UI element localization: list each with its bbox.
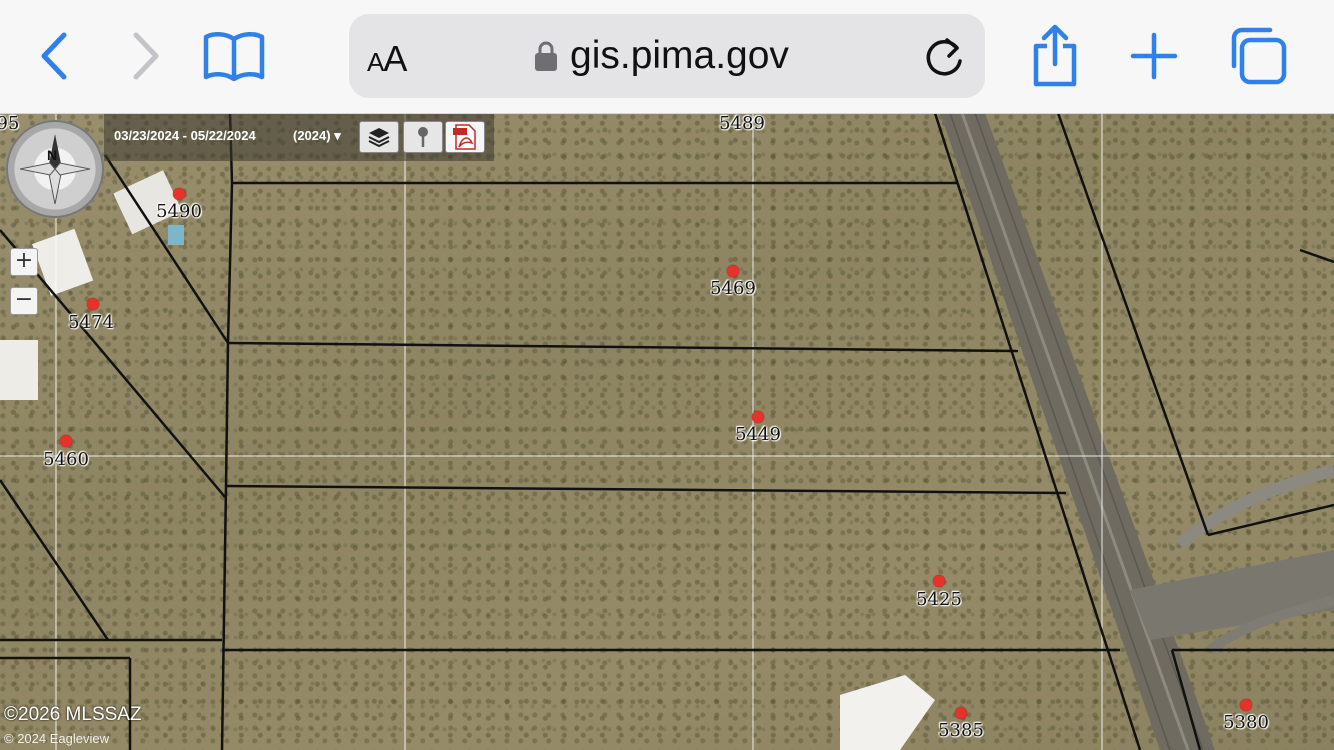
zoom-in-button[interactable]: + (10, 248, 38, 276)
pin-tool-button[interactable] (403, 121, 443, 153)
parcel-pin[interactable] (1240, 699, 1252, 711)
parcel-label[interactable]: 5385 (938, 720, 984, 741)
parcel-pin[interactable] (727, 265, 739, 277)
tabs-icon (1231, 27, 1287, 85)
parcel-pin[interactable] (173, 188, 185, 200)
pdf-export-button[interactable] (445, 121, 485, 153)
back-icon (41, 32, 67, 80)
pdf-icon (453, 124, 476, 150)
browser-toolbar: AA gis.pima.gov (0, 0, 1334, 114)
new-tab-button[interactable] (1122, 24, 1186, 88)
parcel-pin[interactable] (60, 435, 72, 447)
side-road (1130, 550, 1334, 640)
parcel-label[interactable]: 5449 (735, 424, 781, 445)
bookmarks-icon (203, 32, 265, 81)
parcel-label[interactable]: 5425 (916, 589, 962, 610)
lock-icon (535, 41, 557, 71)
parcel-label[interactable]: 5490 (156, 201, 202, 222)
parcel-pin[interactable] (955, 707, 967, 719)
imagery-year-select[interactable]: (2024) ▾ (293, 128, 341, 144)
mls-copyright: ©2026 MLSSAZ (4, 704, 142, 725)
share-button[interactable] (1023, 24, 1087, 88)
compass-control[interactable]: N (6, 120, 104, 218)
parcel-label[interactable]: 5474 (68, 312, 114, 333)
forward-icon (133, 32, 159, 80)
bookmarks-button[interactable] (202, 24, 266, 88)
tabs-button[interactable] (1226, 24, 1290, 88)
parcel-pin[interactable] (752, 411, 764, 423)
map-canvas[interactable]: 5489 5490 5469 5474 5449 5460 5425 5385 … (0, 113, 1334, 750)
imagery-year-label: (2024) (293, 128, 331, 143)
chevron-down-icon: ▾ (334, 128, 341, 143)
forward-button[interactable] (112, 24, 176, 88)
back-button[interactable] (24, 24, 88, 88)
address-bar[interactable]: AA gis.pima.gov (349, 14, 985, 98)
share-icon (1033, 24, 1077, 87)
parcel-label[interactable]: 5460 (43, 449, 89, 470)
text-size-button[interactable]: AA (367, 38, 407, 80)
map-toolbar: 03/23/2024 - 05/22/2024 (2024) ▾ (104, 113, 494, 161)
parcel-label[interactable]: 5489 (719, 113, 765, 134)
layers-icon (368, 128, 390, 148)
imagery-copyright: © 2024 Eagleview (4, 731, 109, 746)
reload-icon[interactable] (923, 34, 965, 78)
imagery-date-range[interactable]: 03/23/2024 - 05/22/2024 (114, 128, 256, 143)
pin-tool-icon (418, 127, 428, 147)
north-label: N (47, 147, 58, 163)
layers-button[interactable] (359, 121, 399, 153)
parcel-pin[interactable] (933, 575, 945, 587)
new-tab-icon (1130, 32, 1178, 80)
zoom-out-button[interactable]: − (10, 287, 38, 315)
url-text: gis.pima.gov (570, 34, 789, 77)
parcel-label[interactable]: 5380 (1223, 712, 1269, 733)
parcel-label[interactable]: 5469 (710, 278, 756, 299)
compass-icon (19, 134, 91, 205)
parcel-pin[interactable] (87, 298, 99, 310)
